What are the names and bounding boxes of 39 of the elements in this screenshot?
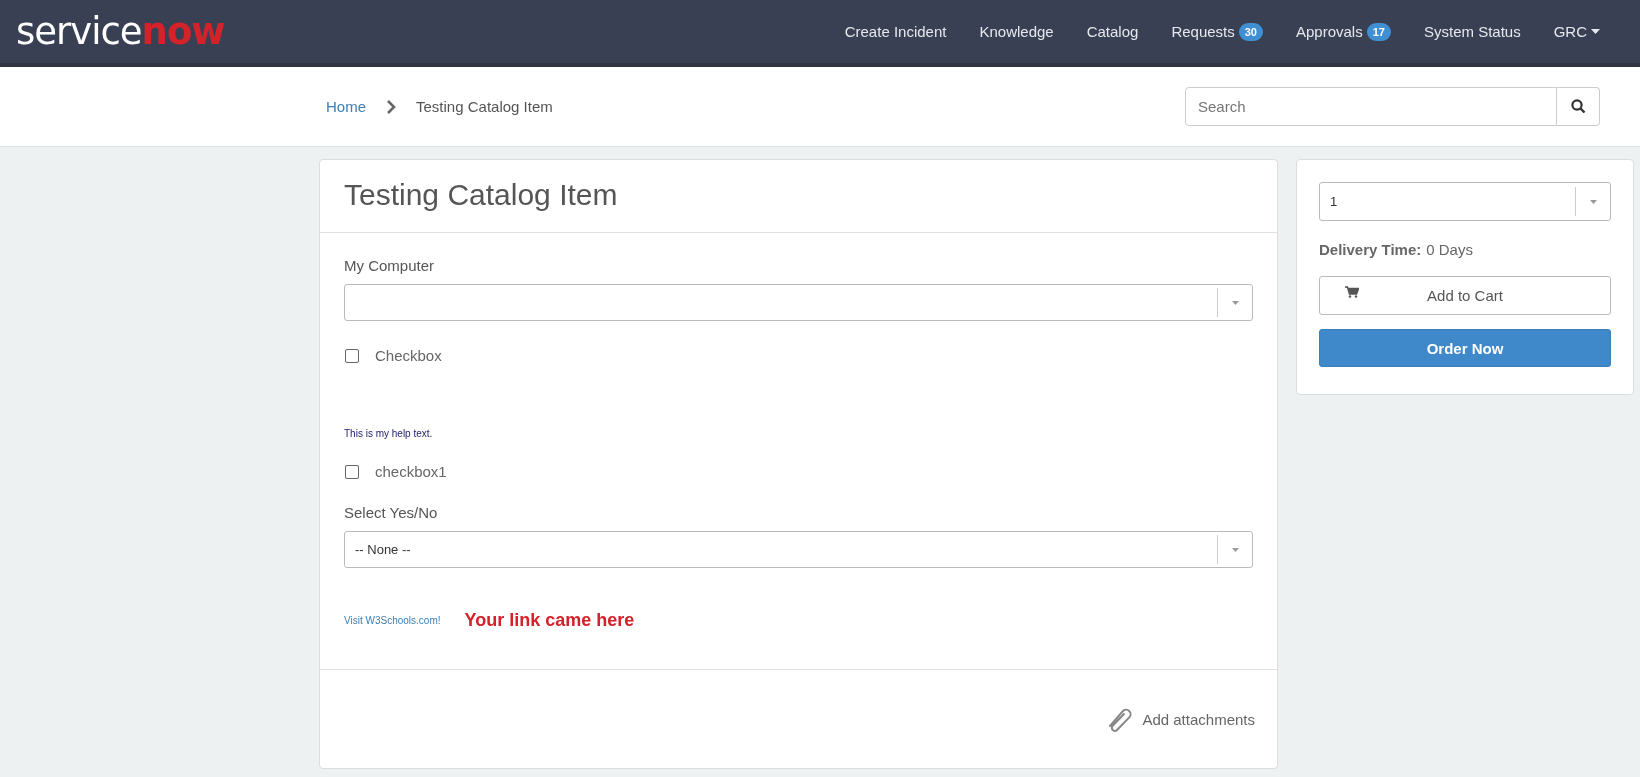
chevron-right-icon bbox=[386, 99, 396, 114]
select-field[interactable] bbox=[344, 284, 1253, 321]
link-note-text: Your link came here bbox=[464, 610, 635, 631]
delivery-time-value: 0 Days bbox=[1426, 241, 1473, 258]
add-attachments-link[interactable]: Add attachments bbox=[1106, 706, 1255, 732]
text-link[interactable]: Visit W3Schools.com! bbox=[344, 615, 441, 626]
caret-icon bbox=[1591, 29, 1600, 34]
field-label: Select Yes/No bbox=[344, 504, 439, 521]
nav-link[interactable]: Create Incident bbox=[844, 23, 947, 40]
nav-dropdown[interactable]: GRC bbox=[1553, 23, 1587, 40]
search-button[interactable] bbox=[1557, 87, 1600, 126]
checkbox-label: checkbox1 bbox=[375, 463, 447, 480]
item-title: Testing Catalog Item bbox=[320, 160, 1277, 233]
checkbox[interactable] bbox=[345, 464, 359, 479]
dropdown-arrow-icon bbox=[1231, 300, 1239, 305]
select-field[interactable]: -- None -- bbox=[344, 531, 1253, 568]
field-label: My Computer bbox=[344, 257, 436, 274]
servicenow-logo[interactable]: servicenow bbox=[16, 13, 225, 50]
count-badge: 17 bbox=[1366, 22, 1391, 41]
dropdown-arrow-icon bbox=[1231, 547, 1239, 552]
nav-link[interactable]: Approvals bbox=[1296, 23, 1363, 40]
nav-link[interactable]: Requests bbox=[1171, 23, 1235, 40]
add-to-cart-button[interactable]: Add to Cart bbox=[1319, 276, 1611, 315]
nav-link[interactable]: Knowledge bbox=[979, 23, 1054, 40]
help-text: This is my help text. bbox=[344, 428, 434, 439]
breadcrumb-link[interactable]: Home bbox=[326, 98, 366, 115]
nav-link[interactable]: System Status bbox=[1423, 23, 1521, 40]
delivery-time-label: Delivery Time: bbox=[1319, 241, 1422, 258]
breadcrumb-current: Testing Catalog Item bbox=[416, 98, 553, 115]
dropdown-arrow-icon bbox=[1589, 199, 1597, 204]
checkbox-label: Checkbox bbox=[375, 347, 442, 364]
cart-icon bbox=[1345, 286, 1359, 298]
quantity-select[interactable]: 1 bbox=[1319, 182, 1611, 221]
search-field[interactable]: Search bbox=[1185, 87, 1557, 126]
count-badge: 30 bbox=[1238, 22, 1263, 41]
search-icon bbox=[1570, 99, 1586, 114]
nav-link[interactable]: Catalog bbox=[1086, 23, 1139, 40]
checkbox[interactable] bbox=[345, 348, 359, 363]
order-now-button[interactable]: Order Now bbox=[1319, 329, 1611, 367]
